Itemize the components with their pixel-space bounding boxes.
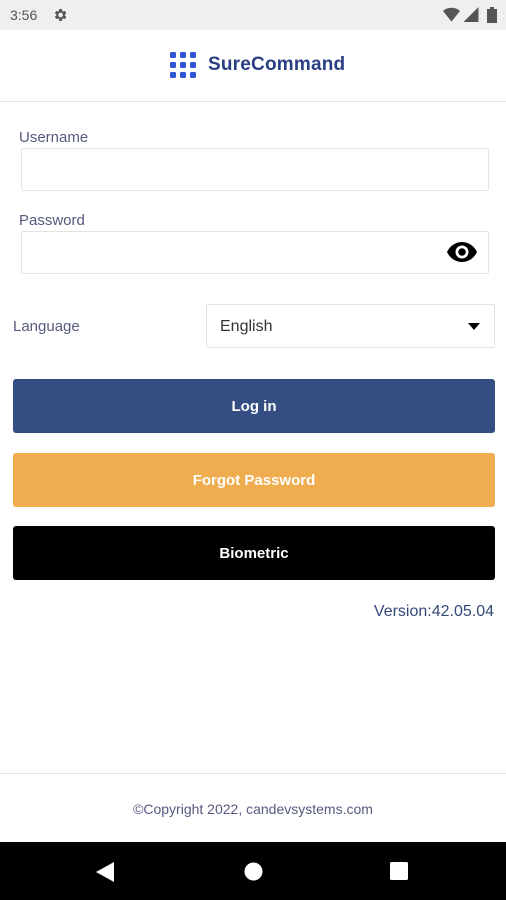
recents-icon[interactable] xyxy=(390,862,408,880)
language-select[interactable]: English xyxy=(206,304,495,348)
app-title: SureCommand xyxy=(208,54,346,75)
language-label: Language xyxy=(13,318,80,335)
username-input[interactable] xyxy=(21,148,489,191)
password-input[interactable] xyxy=(21,231,489,274)
grid-dots-icon xyxy=(170,52,196,78)
password-label: Password xyxy=(19,212,85,229)
biometric-button[interactable]: Biometric xyxy=(13,526,495,580)
battery-icon xyxy=(487,7,497,23)
status-time: 3:56 xyxy=(10,7,38,23)
copyright-text: ©Copyright 2022, candevsystems.com xyxy=(133,801,373,817)
login-button[interactable]: Log in xyxy=(13,379,495,433)
app-header: SureCommand xyxy=(0,30,506,102)
home-icon[interactable] xyxy=(244,862,263,881)
caret-down-icon xyxy=(468,323,480,330)
back-icon[interactable] xyxy=(96,862,114,882)
version-text: Version:42.05.04 xyxy=(373,603,494,620)
language-selected-value: English xyxy=(220,318,273,335)
status-bar: 3:56 xyxy=(0,0,506,30)
signal-icon xyxy=(463,7,479,22)
brand: SureCommand xyxy=(170,52,345,78)
wifi-icon xyxy=(443,7,460,22)
system-nav-bar xyxy=(0,842,506,900)
eye-icon[interactable] xyxy=(447,241,477,263)
username-label: Username xyxy=(19,129,89,146)
forgot-password-button[interactable]: Forgot Password xyxy=(13,453,495,507)
gear-icon xyxy=(54,9,67,21)
footer: ©Copyright 2022, candevsystems.com xyxy=(0,773,506,843)
